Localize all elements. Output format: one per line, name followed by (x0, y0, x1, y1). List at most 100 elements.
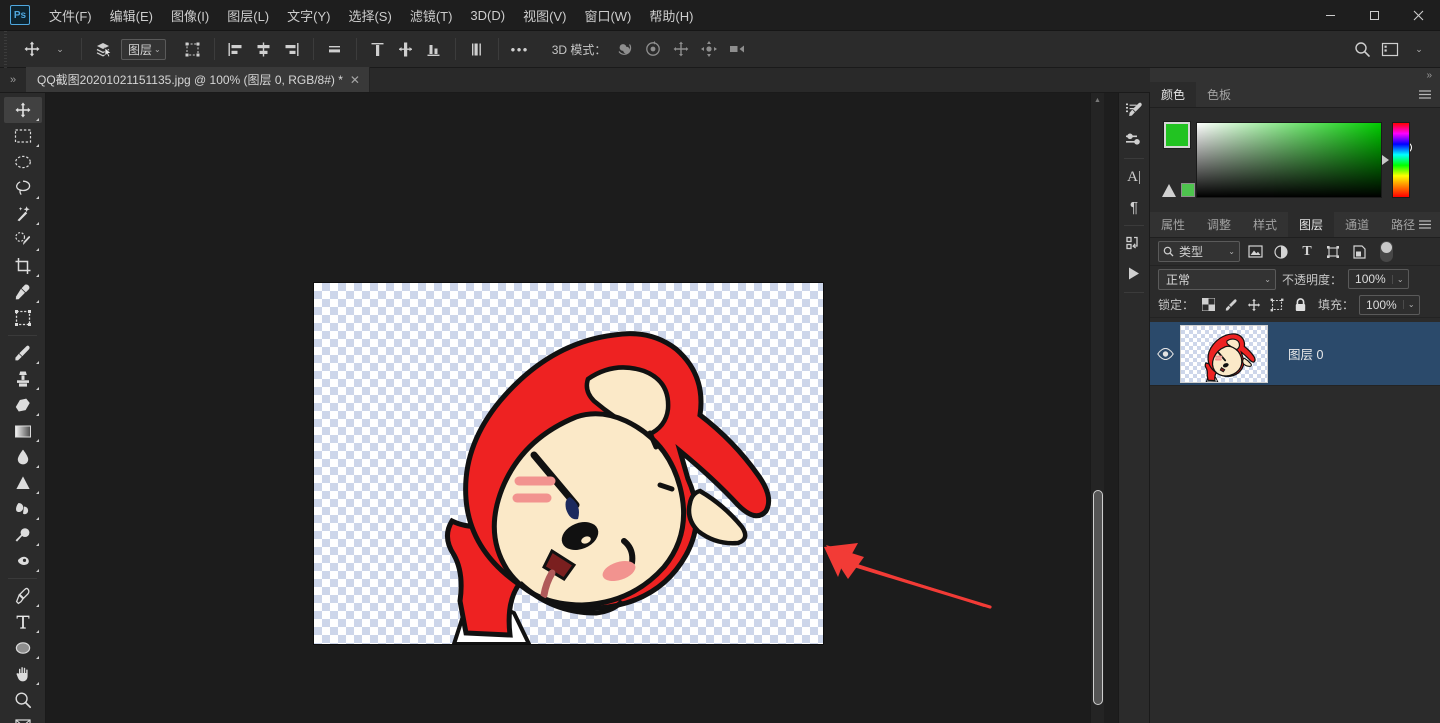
smudge-tool[interactable] (4, 496, 42, 522)
edit-toolbar-tool[interactable] (4, 713, 42, 723)
menu-view[interactable]: 视图(V) (514, 1, 575, 30)
tab-channels[interactable]: 通道 (1334, 212, 1380, 237)
lock-image-pixels-icon[interactable] (1222, 296, 1240, 314)
menu-file[interactable]: 文件(F) (40, 1, 101, 30)
move-tool-icon[interactable] (19, 36, 45, 62)
filter-pixel-layers-icon[interactable] (1244, 241, 1266, 262)
expand-dock-icon[interactable]: » (1150, 68, 1440, 82)
roll-3d-object-icon[interactable] (640, 36, 666, 62)
ellipse-shape-tool[interactable] (4, 635, 42, 661)
collapse-panels-icon[interactable]: » (0, 67, 26, 92)
type-tool[interactable] (4, 609, 42, 635)
tab-color[interactable]: 颜色 (1150, 82, 1196, 107)
menu-select[interactable]: 选择(S) (339, 1, 400, 30)
distribute-top-edges-icon[interactable] (365, 36, 391, 62)
layer-row[interactable]: 图层 0 (1150, 322, 1440, 386)
slide-3d-object-icon[interactable] (696, 36, 722, 62)
layer-visibility-eye-icon[interactable] (1150, 322, 1180, 386)
tab-properties[interactable]: 属性 (1150, 212, 1196, 237)
rotate-3d-object-icon[interactable] (612, 36, 638, 62)
foreground-color-swatch[interactable] (1164, 122, 1190, 148)
lock-transparent-pixels-icon[interactable] (1199, 296, 1217, 314)
more-options-button[interactable]: ••• (507, 36, 533, 62)
out-of-gamut-warning[interactable] (1162, 183, 1195, 197)
blend-mode-dropdown[interactable]: 正常 ⌄ (1158, 269, 1276, 290)
align-top-edges-icon[interactable] (322, 36, 348, 62)
artboard[interactable] (314, 283, 823, 644)
align-left-edges-icon[interactable] (223, 36, 249, 62)
layer-thumbnail[interactable] (1180, 325, 1268, 383)
filter-shape-layers-icon[interactable] (1322, 241, 1344, 262)
lasso-tool[interactable] (4, 175, 42, 201)
adjustments-icon[interactable] (1119, 125, 1149, 155)
blur-tool[interactable] (4, 444, 42, 470)
tab-adjustments[interactable]: 调整 (1196, 212, 1242, 237)
move-tool[interactable] (4, 97, 42, 123)
search-icon[interactable] (1349, 36, 1375, 62)
filter-adjustment-layers-icon[interactable] (1270, 241, 1292, 262)
magic-wand-tool[interactable] (4, 201, 42, 227)
menu-window[interactable]: 窗口(W) (575, 1, 640, 30)
brush-settings-icon[interactable] (1119, 95, 1149, 125)
layer-name[interactable]: 图层 0 (1288, 344, 1323, 363)
auto-select-target-dropdown[interactable]: 图层 ⌄ (121, 39, 166, 60)
hue-slider-handle[interactable] (1382, 155, 1389, 165)
tab-layers[interactable]: 图层 (1288, 212, 1334, 237)
quick-selection-tool[interactable] (4, 227, 42, 253)
close-button[interactable] (1396, 0, 1440, 31)
layers-panel-menu-icon[interactable] (1418, 212, 1432, 238)
clone-stamp-tool[interactable] (4, 366, 42, 392)
chevron-down-icon[interactable]: ⌄ (1392, 275, 1408, 284)
scroll-up-arrow-icon[interactable]: ▲ (1091, 93, 1104, 107)
lock-artboard-nesting-icon[interactable] (1268, 296, 1286, 314)
canvas-area[interactable]: ▲ (46, 93, 1104, 723)
rectangular-marquee-tool[interactable] (4, 123, 42, 149)
minimize-button[interactable] (1308, 0, 1352, 31)
hue-slider[interactable] (1392, 122, 1410, 198)
zoom-tool[interactable] (4, 687, 42, 713)
align-right-edges-icon[interactable] (279, 36, 305, 62)
align-horizontal-centers-icon[interactable] (251, 36, 277, 62)
character-panel-icon[interactable]: A| (1119, 162, 1149, 192)
color-spectrum[interactable] (1196, 122, 1382, 198)
lock-position-icon[interactable] (1245, 296, 1263, 314)
actions-play-icon[interactable] (1119, 259, 1149, 289)
eyedropper-tool[interactable] (4, 279, 42, 305)
close-document-icon[interactable]: ✕ (350, 74, 360, 86)
workspace-switcher-icon[interactable] (1377, 36, 1403, 62)
elliptical-marquee-tool[interactable] (4, 149, 42, 175)
crop-tool[interactable] (4, 253, 42, 279)
drag-3d-object-icon[interactable] (668, 36, 694, 62)
scale-3d-object-icon[interactable] (724, 36, 750, 62)
history-panel-icon[interactable] (1119, 229, 1149, 259)
menu-type[interactable]: 文字(Y) (278, 1, 339, 30)
menu-image[interactable]: 图像(I) (162, 1, 218, 30)
filter-smart-object-icon[interactable] (1348, 241, 1370, 262)
document-tab[interactable]: QQ截图20201021151135.jpg @ 100% (图层 0, RGB… (26, 67, 370, 92)
distribute-vertical-centers-icon[interactable] (393, 36, 419, 62)
maximize-button[interactable] (1352, 0, 1396, 31)
tab-styles[interactable]: 样式 (1242, 212, 1288, 237)
dodge-tool[interactable] (4, 522, 42, 548)
filter-enable-toggle[interactable] (1380, 241, 1393, 262)
options-bar-grip[interactable] (0, 31, 11, 68)
menu-3d[interactable]: 3D(D) (461, 3, 514, 28)
color-panel-menu-icon[interactable] (1418, 82, 1432, 108)
sharpen-tool[interactable] (4, 470, 42, 496)
eraser-tool[interactable] (4, 392, 42, 418)
tab-swatches[interactable]: 色板 (1196, 82, 1242, 107)
tool-preset-chevron-icon[interactable]: ⌄ (47, 36, 73, 62)
filter-type-layers-icon[interactable]: T (1296, 241, 1318, 262)
distribute-left-edges-icon[interactable] (464, 36, 490, 62)
frame-tool[interactable] (4, 305, 42, 331)
brush-tool[interactable] (4, 340, 42, 366)
opacity-field[interactable]: 100% ⌄ (1348, 269, 1409, 289)
gamut-alternate-swatch[interactable] (1181, 183, 1195, 197)
menu-edit[interactable]: 编辑(E) (101, 1, 162, 30)
layer-filter-type-dropdown[interactable]: 类型 ⌄ (1158, 241, 1240, 262)
gradient-tool[interactable] (4, 418, 42, 444)
pen-tool[interactable] (4, 583, 42, 609)
fill-field[interactable]: 100% ⌄ (1359, 295, 1420, 315)
workspace-chevron-icon[interactable]: ⌄ (1406, 36, 1432, 62)
menu-filter[interactable]: 滤镜(T) (401, 1, 462, 30)
